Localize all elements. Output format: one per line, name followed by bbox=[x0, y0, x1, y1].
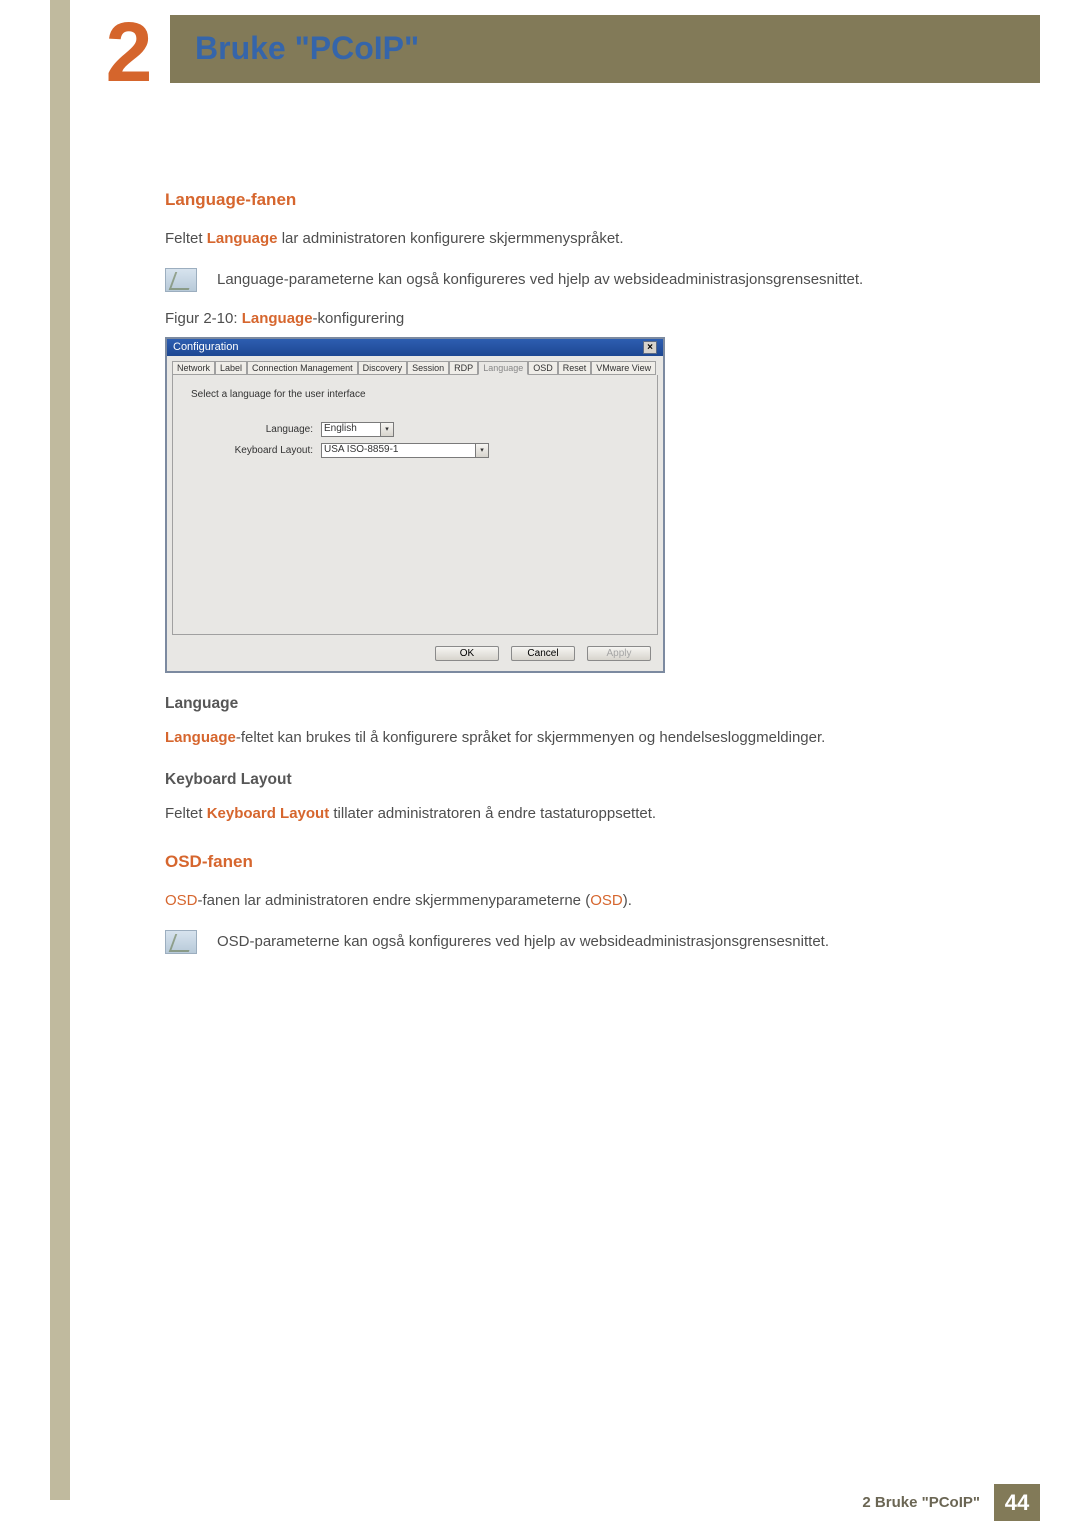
tab-rdp[interactable]: RDP bbox=[449, 361, 478, 375]
keyboard-layout-select[interactable]: USA ISO-8859-1 bbox=[321, 443, 476, 458]
text: Feltet bbox=[165, 805, 207, 822]
keyboard-layout-description: Feltet Keyboard Layout tillater administ… bbox=[165, 803, 1000, 825]
text: Figur 2-10: bbox=[165, 310, 242, 327]
text: -fanen lar administratoren endre skjermm… bbox=[198, 892, 591, 909]
page-footer: 2 Bruke "PCoIP" 44 bbox=[50, 1484, 1040, 1521]
chevron-down-icon[interactable]: ▾ bbox=[381, 422, 394, 437]
language-note: Language-parameterne kan også konfigurer… bbox=[217, 269, 863, 291]
note-row: OSD-parameterne kan også konfigureres ve… bbox=[165, 930, 1000, 954]
ok-button[interactable]: OK bbox=[435, 646, 499, 661]
form-row-language: Language: English ▾ bbox=[191, 422, 639, 437]
tab-osd[interactable]: OSD bbox=[528, 361, 558, 375]
tab-label[interactable]: Label bbox=[215, 361, 247, 375]
cancel-button[interactable]: Cancel bbox=[511, 646, 575, 661]
chapter-number: 2 bbox=[106, 10, 153, 94]
language-intro: Feltet Language lar administratoren konf… bbox=[165, 228, 1000, 250]
config-dialog: Configuration × Network Label Connection… bbox=[165, 337, 665, 673]
highlight: OSD bbox=[165, 892, 198, 909]
chevron-down-icon[interactable]: ▾ bbox=[476, 443, 489, 458]
keyboard-layout-field-label: Keyboard Layout: bbox=[191, 445, 321, 456]
highlight: OSD bbox=[590, 892, 623, 909]
tab-connection-management[interactable]: Connection Management bbox=[247, 361, 358, 375]
left-rail bbox=[50, 0, 70, 1500]
language-select[interactable]: English bbox=[321, 422, 381, 437]
dialog-body: Select a language for the user interface… bbox=[172, 375, 658, 635]
tab-reset[interactable]: Reset bbox=[558, 361, 592, 375]
close-icon[interactable]: × bbox=[643, 341, 657, 354]
document-page: 2 Bruke "PCoIP" Language-fanen Feltet La… bbox=[0, 0, 1080, 1527]
form-row-keyboard-layout: Keyboard Layout: USA ISO-8859-1 ▾ bbox=[191, 443, 639, 458]
pencil-icon bbox=[165, 268, 197, 292]
language-field-label: Language: bbox=[191, 424, 321, 435]
content-area: Language-fanen Feltet Language lar admin… bbox=[165, 190, 1000, 972]
dialog-footer: OK Cancel Apply bbox=[167, 640, 663, 671]
text: -konfigurering bbox=[313, 310, 405, 327]
tab-network[interactable]: Network bbox=[172, 361, 215, 375]
text: ). bbox=[623, 892, 632, 909]
section-heading-language: Language-fanen bbox=[165, 190, 1000, 210]
text: lar administratoren konfigurere skjermme… bbox=[278, 230, 624, 247]
section-heading-osd: OSD-fanen bbox=[165, 852, 1000, 872]
highlight: Language bbox=[207, 230, 278, 247]
chapter-title: Bruke "PCoIP" bbox=[195, 30, 419, 67]
pencil-icon bbox=[165, 930, 197, 954]
sub-heading-language: Language bbox=[165, 695, 1000, 713]
footer-label: 2 Bruke "PCoIP" bbox=[848, 1484, 994, 1521]
osd-intro: OSD-fanen lar administratoren endre skje… bbox=[165, 890, 1000, 912]
figure-caption: Figur 2-10: Language-konfigurering bbox=[165, 310, 1000, 327]
text: -feltet kan brukes til å konfigurere spr… bbox=[236, 729, 825, 746]
sub-heading-keyboard-layout: Keyboard Layout bbox=[165, 771, 1000, 789]
note-row: Language-parameterne kan også konfigurer… bbox=[165, 268, 1000, 292]
osd-note: OSD-parameterne kan også konfigureres ve… bbox=[217, 931, 829, 953]
dialog-tabstrip: Network Label Connection Management Disc… bbox=[167, 356, 663, 375]
tab-discovery[interactable]: Discovery bbox=[358, 361, 408, 375]
tab-session[interactable]: Session bbox=[407, 361, 449, 375]
tab-language[interactable]: Language bbox=[478, 361, 528, 375]
dialog-title: Configuration bbox=[173, 341, 238, 353]
page-number: 44 bbox=[994, 1484, 1040, 1521]
text: tillater administratoren å endre tastatu… bbox=[329, 805, 656, 822]
highlight: Keyboard Layout bbox=[207, 805, 330, 822]
highlight: Language bbox=[165, 729, 236, 746]
highlight: Language bbox=[242, 310, 313, 327]
dialog-body-caption: Select a language for the user interface bbox=[191, 389, 639, 400]
language-field-description: Language-feltet kan brukes til å konfigu… bbox=[165, 727, 1000, 749]
dialog-titlebar: Configuration × bbox=[167, 339, 663, 356]
chapter-number-box: 2 bbox=[88, 6, 170, 98]
tab-vmware-view[interactable]: VMware View bbox=[591, 361, 656, 375]
apply-button[interactable]: Apply bbox=[587, 646, 651, 661]
text: Feltet bbox=[165, 230, 207, 247]
